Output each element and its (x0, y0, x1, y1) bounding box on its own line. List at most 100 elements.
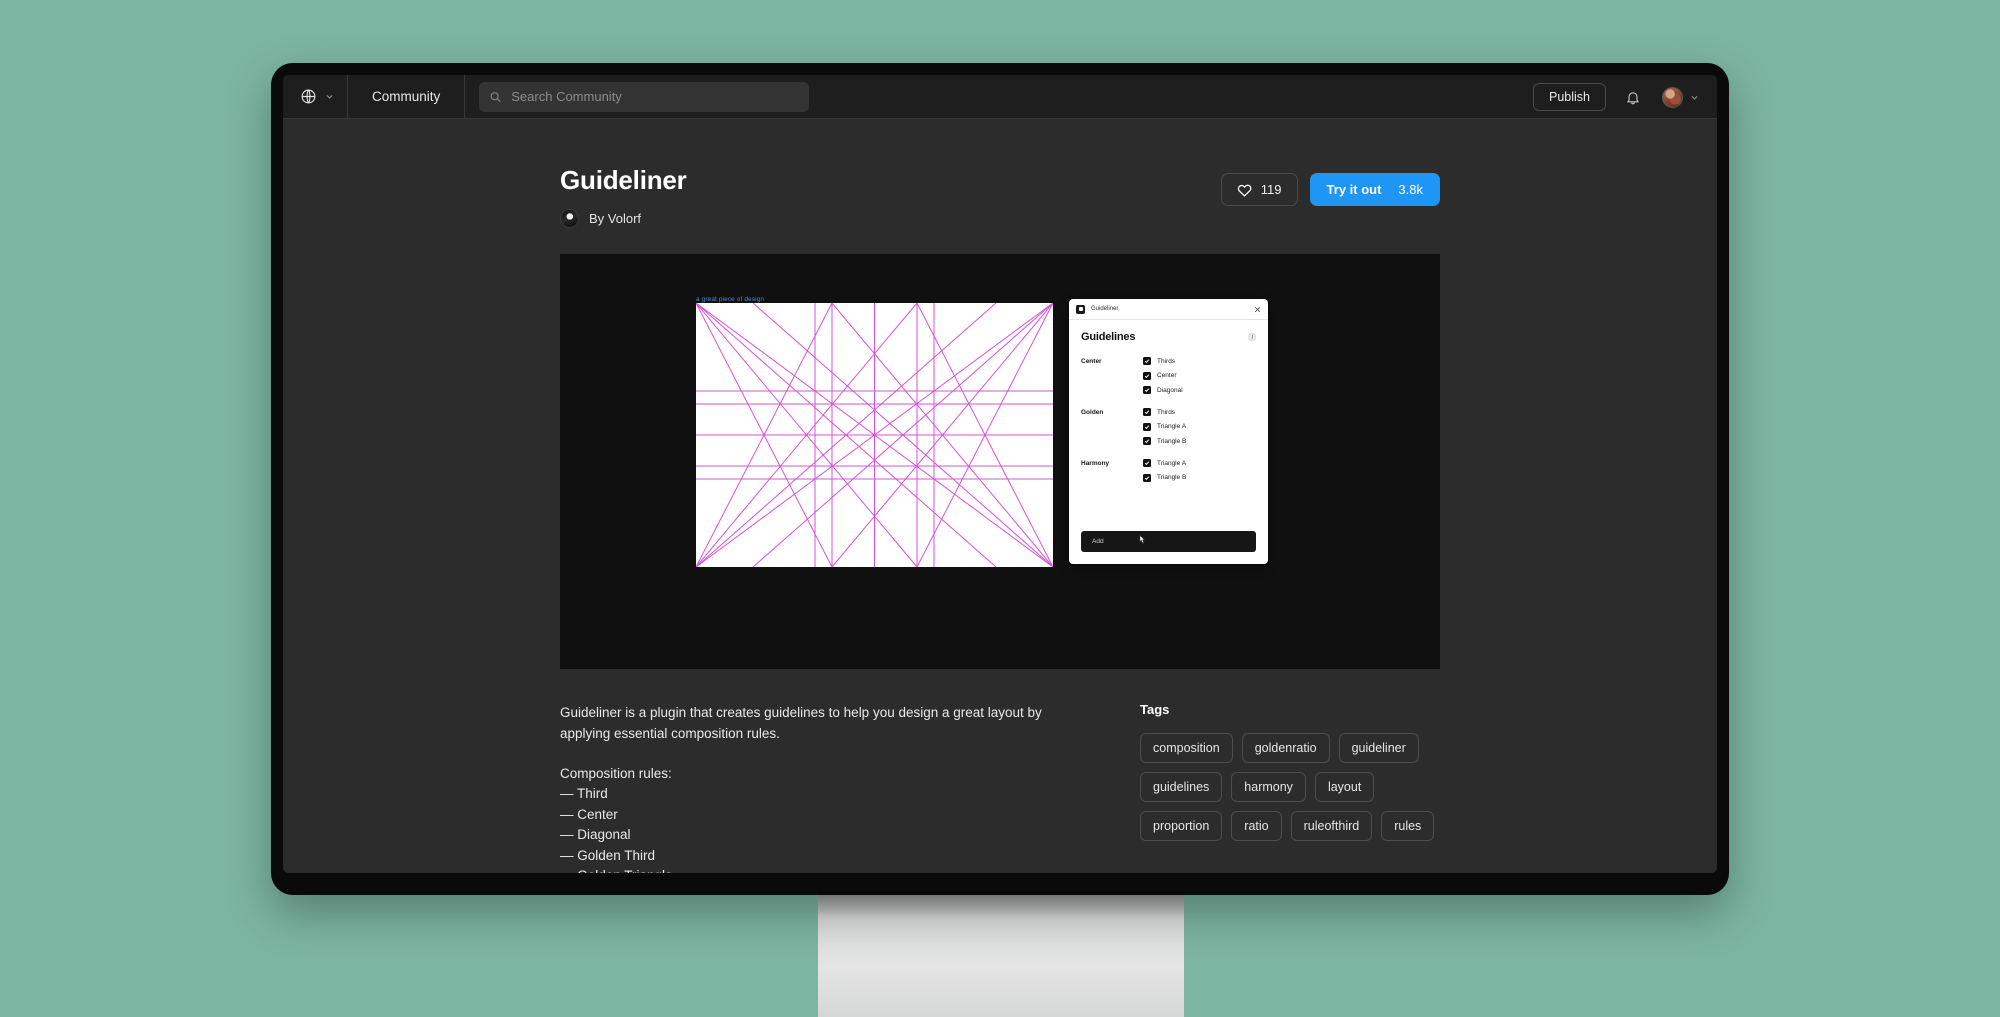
description-paragraph: Guideliner is a plugin that creates guid… (560, 705, 1042, 741)
action-buttons: 119 Try it out 3.8k (1220, 173, 1440, 206)
top-navigation-bar: Community Publish (283, 75, 1717, 119)
details-section: Guideliner is a plugin that creates guid… (560, 702, 1440, 873)
checkbox-row[interactable]: Triangle A (1143, 422, 1187, 431)
author-avatar (560, 209, 579, 228)
checkbox-checked-icon[interactable] (1143, 473, 1151, 482)
notifications-button[interactable] (1606, 75, 1660, 119)
rule-item: — Third (560, 786, 608, 801)
guideline-group: Center Thirds Center Diagonal (1081, 357, 1256, 394)
add-button-label: Add (1092, 538, 1104, 545)
tags-column: Tags composition goldenratio guideliner … (1140, 702, 1440, 873)
guideline-group-label: Golden (1081, 409, 1104, 416)
tag-chip[interactable]: ruleofthird (1290, 811, 1373, 841)
tag-chip[interactable]: layout (1314, 772, 1375, 802)
add-button[interactable]: Add (1081, 531, 1256, 552)
info-icon[interactable] (1248, 333, 1256, 341)
heart-icon (1237, 184, 1252, 197)
like-count: 119 (1260, 182, 1282, 197)
mouse-cursor-icon (1139, 534, 1145, 544)
rule-item: — Golden Third (560, 847, 656, 863)
checkbox-checked-icon[interactable] (1143, 386, 1151, 394)
checkbox-label: Triangle B (1157, 437, 1187, 445)
guideline-group-label: Center (1081, 358, 1102, 365)
tag-chip[interactable]: composition (1140, 733, 1233, 763)
description-column: Guideliner is a plugin that creates guid… (560, 702, 1090, 873)
page-title: Guideliner (560, 165, 687, 195)
checkbox-row[interactable]: Thirds (1143, 357, 1183, 365)
tag-chip[interactable]: guidelines (1140, 772, 1223, 802)
checkbox-checked-icon[interactable] (1143, 422, 1151, 431)
plugin-window-title: Guideliner (1091, 306, 1119, 312)
plugin-body: Guidelines Center Thirds Center Diagonal… (1069, 320, 1268, 482)
content-column: Guideliner By Volorf 119 Try it out 3.8k… (560, 119, 1440, 873)
checkbox-row[interactable]: Triangle B (1143, 437, 1186, 445)
tags-list: composition goldenratio guideliner guide… (1140, 733, 1440, 841)
search-box[interactable] (479, 81, 810, 112)
checkbox-label: Triangle A (1157, 423, 1187, 430)
checkbox-checked-icon[interactable] (1143, 408, 1151, 416)
chevron-down-icon (326, 94, 333, 99)
author-row[interactable]: By Volorf (560, 209, 687, 228)
tag-chip[interactable]: guideliner (1338, 733, 1419, 763)
checkbox-row[interactable]: Triangle A (1143, 459, 1186, 467)
checkbox-row[interactable]: Triangle B (1143, 473, 1187, 482)
nav-item-community[interactable]: Community (348, 75, 464, 119)
checkbox-checked-icon[interactable] (1143, 459, 1151, 467)
checkbox-row[interactable]: Thirds (1143, 408, 1186, 416)
search-icon (490, 91, 502, 102)
tag-chip[interactable]: proportion (1140, 811, 1223, 841)
top-bar-right-group: Publish (1533, 75, 1717, 119)
screen: Community Publish (283, 75, 1717, 873)
checkbox-row[interactable]: Diagonal (1143, 386, 1183, 394)
close-icon[interactable] (1254, 306, 1261, 313)
cover-image[interactable]: a great piece of design Guideliner Guide… (560, 254, 1440, 669)
like-button[interactable]: 119 (1220, 173, 1298, 206)
checkbox-label: Thirds (1157, 408, 1176, 416)
plugin-heading-row: Guidelines (1081, 331, 1256, 343)
plugin-window[interactable]: Guideliner Guidelines Center Thirds Cent… (1069, 299, 1268, 564)
page-body: Guideliner By Volorf 119 Try it out 3.8k… (283, 119, 1717, 873)
checkbox-label: Triangle A (1157, 459, 1187, 467)
checkbox-checked-icon[interactable] (1143, 357, 1151, 365)
guideline-group-label: Harmony (1081, 460, 1110, 467)
tag-chip[interactable]: harmony (1231, 772, 1306, 802)
guideline-options: Triangle A Triangle B (1143, 459, 1186, 482)
author-name: By Volorf (589, 211, 642, 226)
publish-button[interactable]: Publish (1533, 83, 1606, 111)
guideline-options: Thirds Center Diagonal (1143, 357, 1183, 394)
guideline-options: Thirds Triangle A Triangle B (1143, 408, 1186, 445)
account-menu[interactable] (1660, 86, 1717, 108)
rule-item: — Diagonal (560, 827, 631, 842)
plugin-identity: Guideliner By Volorf (560, 165, 687, 228)
rule-item: — Center (560, 806, 618, 822)
checkbox-label: Thirds (1157, 357, 1176, 365)
checkbox-row[interactable]: Center (1143, 371, 1183, 380)
checkbox-label: Triangle B (1157, 474, 1187, 481)
design-canvas (696, 303, 1053, 567)
guideline-group: Golden Thirds Triangle A Triangle B (1081, 408, 1256, 445)
try-it-out-button[interactable]: Try it out 3.8k (1309, 173, 1440, 206)
toolbar-divider (464, 75, 466, 119)
bell-icon (1626, 91, 1640, 104)
canvas-frame-label: a great piece of design (696, 296, 765, 303)
rules-heading: Composition rules: (560, 766, 672, 781)
try-it-out-count: 3.8k (1398, 182, 1423, 197)
guidelines-artwork (696, 303, 1053, 567)
checkbox-checked-icon[interactable] (1143, 371, 1151, 380)
plugin-header: Guideliner By Volorf 119 Try it out 3.8k (560, 165, 1440, 228)
monitor-bezel: Community Publish (271, 63, 1729, 895)
checkbox-label: Diagonal (1157, 386, 1183, 394)
tag-chip[interactable]: rules (1381, 811, 1435, 841)
search-input[interactable] (511, 89, 800, 104)
plugin-heading: Guidelines (1081, 331, 1136, 343)
workspace-switcher[interactable] (283, 75, 347, 119)
monitor-shadow (818, 892, 1184, 918)
tag-chip[interactable]: ratio (1231, 811, 1282, 841)
plugin-app-icon (1076, 304, 1085, 314)
chevron-down-icon (1691, 95, 1698, 100)
rule-item: — Golden Triangle (560, 866, 1090, 873)
try-it-out-label: Try it out (1326, 182, 1382, 197)
avatar (1662, 86, 1683, 108)
tag-chip[interactable]: goldenratio (1241, 733, 1330, 763)
checkbox-checked-icon[interactable] (1143, 437, 1151, 445)
